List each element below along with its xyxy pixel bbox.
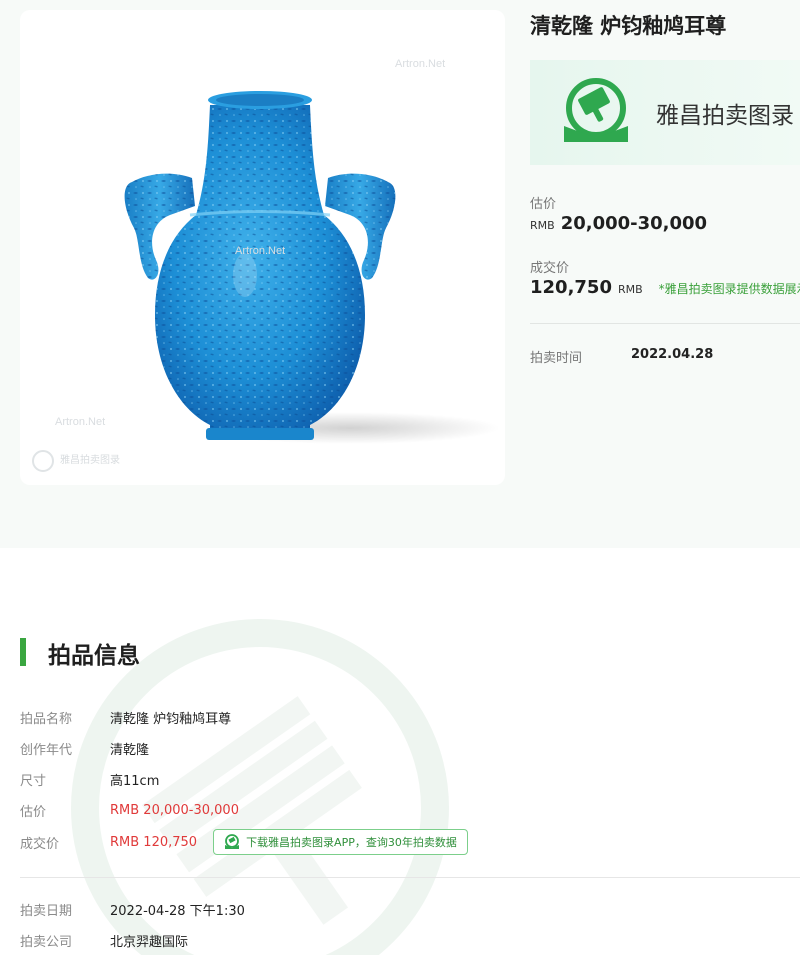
estimate-row: RMB 20,000-30,000	[530, 213, 707, 234]
info-row-size: 尺寸 高11cm	[20, 769, 159, 789]
estimate-value: 20,000-30,000	[560, 213, 708, 234]
banner-text: 雅昌拍卖图录	[656, 103, 794, 129]
lot-title: 清乾隆 炉钧釉鸠耳尊	[530, 14, 727, 38]
watermark-text-center: Artron.Net	[235, 245, 286, 257]
divider	[530, 323, 800, 324]
info-value-estimate: RMB 20,000-30,000	[110, 802, 239, 818]
download-app-text: 下载雅昌拍卖图录APP，查询30年拍卖数据	[246, 836, 457, 849]
watermark-logo-text: 雅昌拍卖图录	[60, 455, 120, 466]
info-row-estimate: 估价 RMB 20,000-30,000	[20, 800, 239, 820]
info-value-sold: RMB 120,750	[110, 834, 198, 850]
artron-logo-icon	[564, 78, 628, 142]
download-app-button[interactable]: 下载雅昌拍卖图录APP，查询30年拍卖数据	[213, 829, 468, 855]
info-label: 估价	[20, 804, 47, 820]
auction-time-value: 2022.04.28	[631, 347, 714, 362]
estimate-unit: RMB	[530, 219, 555, 232]
section-title: 拍品信息	[48, 643, 140, 669]
info-value: 2022-04-28 下午1:30	[110, 903, 245, 919]
info-value: 北京羿趣国际	[110, 934, 189, 950]
lot-header-section: Artron.Net Artron.Net Artron.Net 雅昌拍卖图录 …	[0, 0, 800, 548]
info-label: 拍卖公司	[20, 934, 73, 950]
info-row-sold: 成交价 RMB 120,750 下载雅昌拍卖图录APP，查询30年拍卖数据	[20, 829, 468, 855]
divider	[20, 877, 800, 878]
sold-row: 120,750 RMB *雅昌拍卖图录提供数据展示	[530, 277, 800, 298]
info-label: 尺寸	[20, 773, 47, 789]
sold-unit: RMB	[617, 283, 643, 296]
section-accent-bar	[20, 638, 26, 666]
sold-note: *雅昌拍卖图录提供数据展示	[658, 282, 800, 296]
watermark-text-bottom: Artron.Net	[55, 416, 106, 428]
info-label: 创作年代	[20, 742, 73, 758]
info-label: 拍卖日期	[20, 903, 73, 919]
watermark-logo-icon	[32, 450, 54, 472]
lot-image-card[interactable]: Artron.Net Artron.Net Artron.Net 雅昌拍卖图录	[20, 10, 505, 485]
auction-time-label: 拍卖时间	[530, 351, 583, 366]
info-value: 清乾隆 炉钧釉鸠耳尊	[110, 711, 232, 727]
app-banner[interactable]: 雅昌拍卖图录	[530, 60, 800, 165]
info-label: 成交价	[20, 836, 60, 852]
info-row-era: 创作年代 清乾隆	[20, 738, 149, 758]
app-logo-icon	[225, 834, 240, 849]
sold-value: 120,750	[530, 277, 612, 298]
estimate-label: 估价	[530, 197, 557, 212]
info-label: 拍品名称	[20, 711, 73, 727]
info-value: 清乾隆	[110, 742, 150, 758]
sold-label: 成交价	[530, 261, 570, 276]
lot-info-section: 拍品信息 拍品名称 清乾隆 炉钧釉鸠耳尊 创作年代 清乾隆 尺寸 高11cm 估…	[0, 548, 800, 955]
info-row-company: 拍卖公司 北京羿趣国际	[20, 930, 188, 950]
watermark-text-top: Artron.Net	[395, 58, 446, 70]
info-row-date: 拍卖日期 2022-04-28 下午1:30	[20, 899, 245, 919]
watermark-logo: 雅昌拍卖图录	[32, 450, 120, 472]
info-row-name: 拍品名称 清乾隆 炉钧釉鸠耳尊	[20, 707, 231, 727]
info-value: 高11cm	[110, 773, 160, 789]
